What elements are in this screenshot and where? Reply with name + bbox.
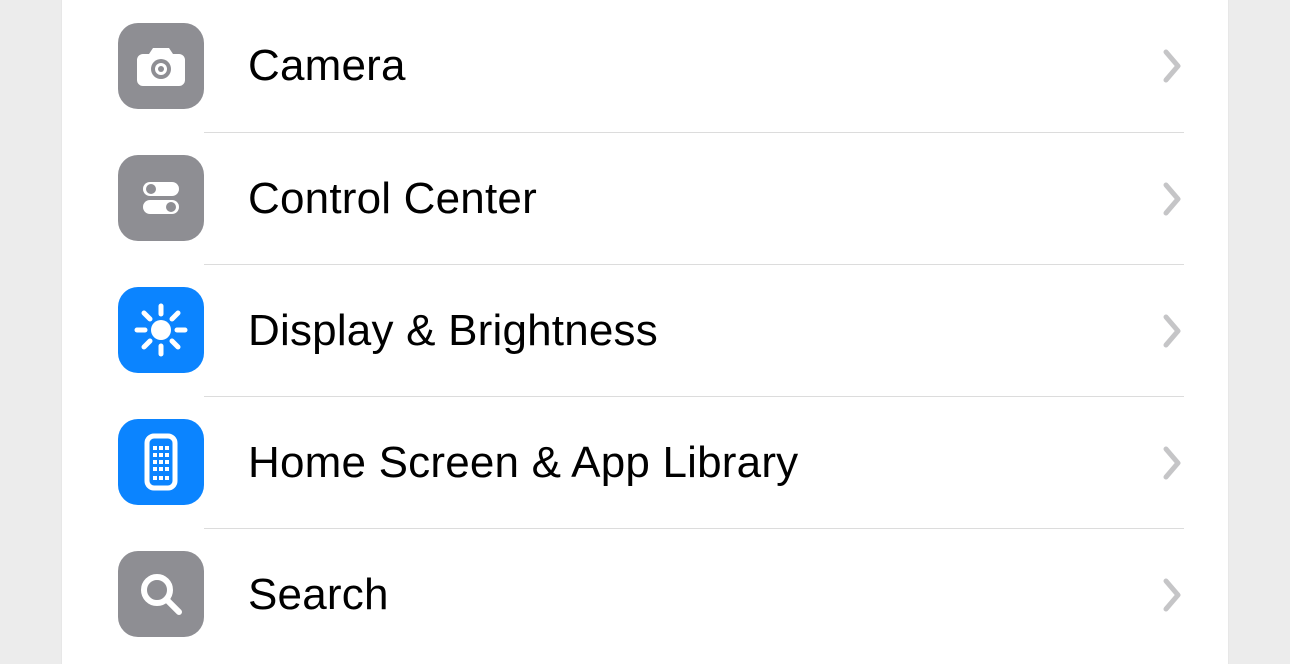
- settings-row-control-center[interactable]: Control Center: [62, 132, 1228, 264]
- settings-row-label: Display & Brightness: [248, 306, 1162, 356]
- settings-row-label: Control Center: [248, 174, 1162, 224]
- settings-row-camera[interactable]: Camera: [62, 0, 1228, 132]
- chevron-right-icon: [1162, 445, 1184, 481]
- search-icon: [118, 551, 204, 637]
- chevron-right-icon: [1162, 48, 1184, 84]
- settings-row-label: Search: [248, 570, 1162, 620]
- camera-icon: [118, 23, 204, 109]
- control-center-icon: [118, 155, 204, 241]
- settings-list: Camera Control Center: [62, 0, 1228, 660]
- settings-row-search[interactable]: Search: [62, 528, 1228, 660]
- settings-row-label: Camera: [248, 41, 1162, 91]
- settings-card: Camera Control Center: [62, 0, 1228, 664]
- settings-row-home-screen[interactable]: Home Screen & App Library: [62, 396, 1228, 528]
- settings-section: Camera Control Center: [0, 0, 1290, 664]
- brightness-icon: [118, 287, 204, 373]
- chevron-right-icon: [1162, 313, 1184, 349]
- settings-row-label: Home Screen & App Library: [248, 438, 1162, 488]
- home-screen-icon: [118, 419, 204, 505]
- chevron-right-icon: [1162, 577, 1184, 613]
- chevron-right-icon: [1162, 181, 1184, 217]
- settings-row-display-brightness[interactable]: Display & Brightness: [62, 264, 1228, 396]
